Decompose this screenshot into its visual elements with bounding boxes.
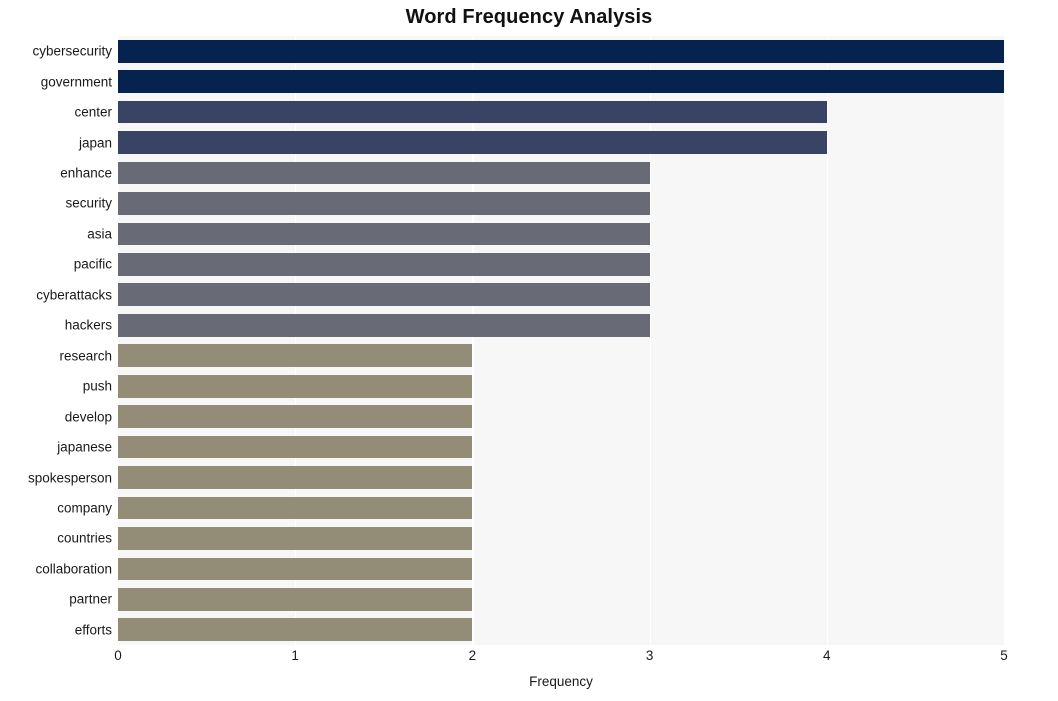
x-tick-label-5: 5 xyxy=(1000,648,1008,663)
y-tick-label-pacific: pacific xyxy=(73,256,112,272)
bar-row xyxy=(118,557,1004,581)
bar-row xyxy=(118,587,1004,611)
bar-row xyxy=(118,344,1004,368)
bar-row xyxy=(118,161,1004,185)
bar-row xyxy=(118,618,1004,642)
chart-figure: Word Frequency Analysis cybersecurity gov… xyxy=(0,0,1058,701)
bar-efforts[interactable] xyxy=(118,618,473,642)
y-tick-label-japanese: japanese xyxy=(57,439,112,455)
y-tick-label-cybersecurity: cybersecurity xyxy=(32,43,112,59)
x-tick-label-0: 0 xyxy=(114,648,122,663)
bar-row xyxy=(118,466,1004,489)
bar-hackers[interactable] xyxy=(118,313,650,337)
bar-develop[interactable] xyxy=(118,405,473,428)
y-tick-label-collaboration: collaboration xyxy=(35,561,112,577)
bar-cyberattacks[interactable] xyxy=(118,283,650,307)
y-tick-label-partner: partner xyxy=(69,591,112,607)
bar-row xyxy=(118,131,1004,154)
bar-row xyxy=(118,283,1004,307)
x-tick-label-3: 3 xyxy=(645,648,654,663)
bar-asia[interactable] xyxy=(118,222,650,246)
x-tick-label-4: 4 xyxy=(823,648,831,663)
bars-layer xyxy=(118,36,1004,645)
bar-row xyxy=(118,313,1004,337)
chart-title: Word Frequency Analysis xyxy=(405,6,653,28)
bar-row xyxy=(118,192,1004,215)
plot-area xyxy=(118,36,1006,645)
y-tick-label-security: security xyxy=(65,195,112,211)
y-tick-label-cyberattacks: cyberattacks xyxy=(36,287,112,303)
bar-row xyxy=(118,527,1004,550)
bar-countries[interactable] xyxy=(118,527,473,550)
bar-row xyxy=(118,405,1004,428)
bar-row xyxy=(118,253,1004,276)
x-tick-label-2: 2 xyxy=(468,648,477,663)
y-tick-label-government: government xyxy=(40,74,112,90)
x-axis-tick-labels: 0 1 2 3 4 5 xyxy=(114,648,1008,670)
y-tick-label-research: research xyxy=(59,348,112,364)
bar-spokesperson[interactable] xyxy=(118,466,473,489)
bar-security[interactable] xyxy=(118,192,650,215)
x-axis-title: Frequency xyxy=(529,674,593,689)
x-tick-label-1: 1 xyxy=(291,648,299,663)
bar-partner[interactable] xyxy=(118,587,473,611)
bar-pacific[interactable] xyxy=(118,253,650,276)
y-tick-label-company: company xyxy=(57,500,112,516)
bar-row xyxy=(118,70,1004,93)
y-tick-label-center: center xyxy=(74,104,112,120)
bar-japanese[interactable] xyxy=(118,435,473,459)
y-tick-label-hackers: hackers xyxy=(64,317,112,333)
bar-row xyxy=(118,39,1004,63)
bar-row xyxy=(118,496,1004,520)
y-tick-label-asia: asia xyxy=(87,226,112,242)
y-tick-label-japan: japan xyxy=(78,135,112,151)
bar-row xyxy=(118,100,1004,124)
bar-government[interactable] xyxy=(118,70,1004,93)
bar-row xyxy=(118,222,1004,246)
y-tick-label-countries: countries xyxy=(57,530,112,546)
y-tick-label-efforts: efforts xyxy=(74,622,112,638)
y-tick-label-spokesperson: spokesperson xyxy=(27,470,112,486)
bar-enhance[interactable] xyxy=(118,161,650,185)
bar-japan[interactable] xyxy=(118,131,827,154)
bar-push[interactable] xyxy=(118,374,473,398)
gridline xyxy=(1004,36,1006,645)
bar-row xyxy=(118,374,1004,398)
y-axis-tick-labels: cybersecurity government center japan enhanc… xyxy=(0,36,112,645)
bar-collaboration[interactable] xyxy=(118,557,473,581)
bar-cybersecurity[interactable] xyxy=(118,39,1004,63)
y-tick-label-push: push xyxy=(82,378,112,394)
y-tick-label-develop: develop xyxy=(64,409,112,425)
bar-research[interactable] xyxy=(118,344,473,368)
y-tick-label-enhance: enhance xyxy=(60,165,112,181)
bar-center[interactable] xyxy=(118,100,827,124)
bar-row xyxy=(118,435,1004,459)
bar-company[interactable] xyxy=(118,496,473,520)
